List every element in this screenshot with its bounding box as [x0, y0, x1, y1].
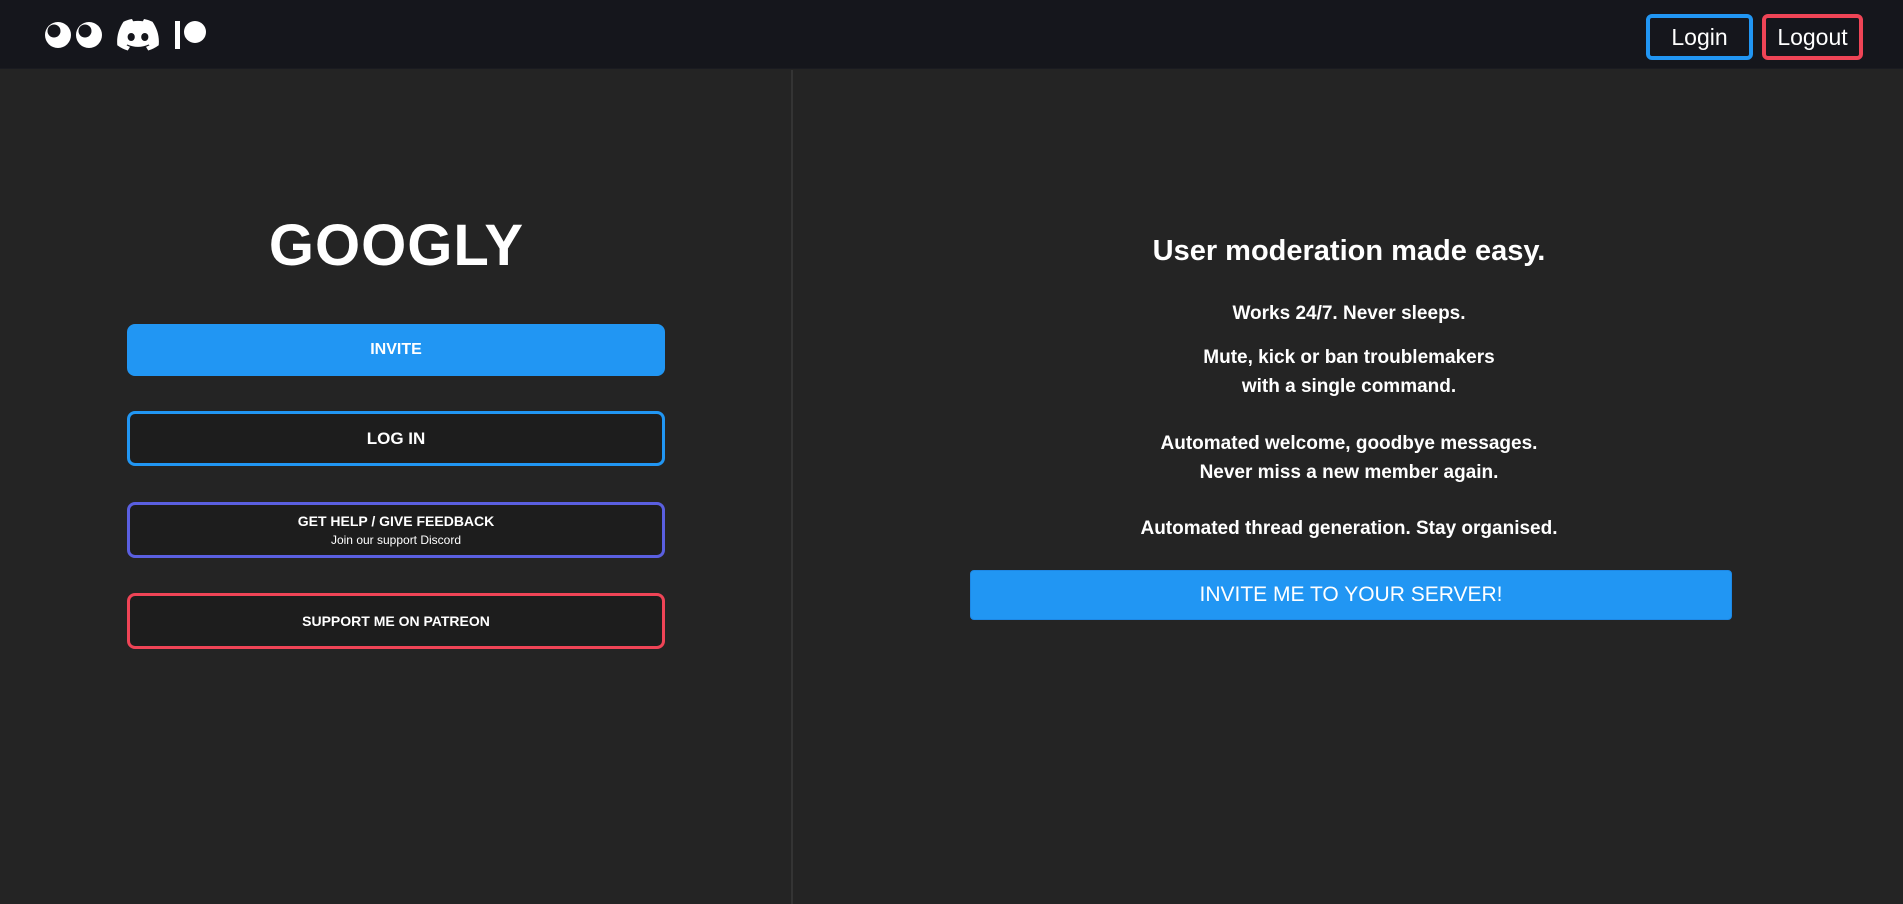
- googly-eyes-icon[interactable]: [44, 19, 103, 51]
- log-in-button[interactable]: LOG IN: [127, 411, 665, 466]
- nav-logout-button[interactable]: Logout: [1762, 14, 1863, 60]
- feature-line: Never miss a new member again.: [1199, 462, 1499, 483]
- get-help-button[interactable]: GET HELP / GIVE FEEDBACK Join our suppor…: [127, 502, 665, 558]
- patreon-support-button[interactable]: SUPPORT ME ON PATREON: [127, 593, 665, 649]
- invite-button[interactable]: INVITE: [127, 324, 665, 376]
- feature-line: Works 24/7. Never sleeps.: [1232, 303, 1466, 324]
- headline: User moderation made easy.: [1152, 235, 1546, 267]
- nav-icon-group: [44, 17, 208, 53]
- support-discord-sublabel: Join our support Discord: [330, 533, 462, 547]
- feature-line: Mute, kick or ban troublemakers: [1203, 347, 1495, 368]
- feature-line: with a single command.: [1241, 376, 1457, 397]
- patreon-icon[interactable]: [174, 18, 208, 52]
- left-panel: GOOGLY INVITE LOG IN GET HELP / GIVE FEE…: [0, 70, 793, 904]
- get-help-label: GET HELP / GIVE FEEDBACK: [297, 513, 495, 529]
- feature-welcome-messages: Automated welcome, goodbye messages. Nev…: [795, 429, 1903, 487]
- discord-icon[interactable]: [117, 19, 159, 51]
- invite-to-server-button[interactable]: INVITE ME TO YOUR SERVER!: [970, 570, 1732, 620]
- feature-threads: Automated thread generation. Stay organi…: [795, 514, 1903, 543]
- brand-title: GOOGLY: [268, 213, 525, 278]
- feature-line: Automated welcome, goodbye messages.: [1160, 433, 1538, 454]
- right-panel: User moderation made easy. Works 24/7. N…: [795, 70, 1903, 904]
- nav-login-button[interactable]: Login: [1646, 14, 1753, 60]
- feature-moderation: Mute, kick or ban troublemakers with a s…: [795, 343, 1903, 401]
- feature-line: Automated thread generation. Stay organi…: [1140, 518, 1558, 539]
- feature-uptime: Works 24/7. Never sleeps.: [795, 299, 1903, 328]
- top-nav-bar: Login Logout: [0, 0, 1903, 69]
